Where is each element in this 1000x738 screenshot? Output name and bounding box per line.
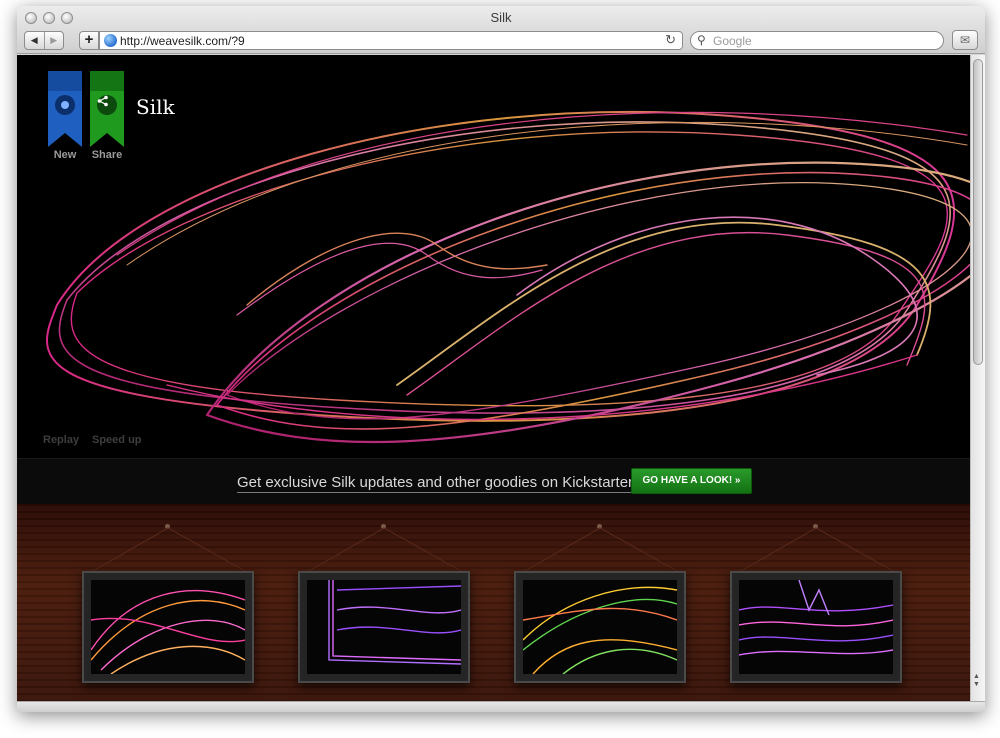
scroll-arrows-icon[interactable]: ▲ ▼ [973,673,980,689]
silk-canvas[interactable]: New Share Silk Replay Speed up [17,55,970,458]
gallery-frame[interactable] [730,571,902,683]
browser-window: Silk ◀ ▶ + http://weavesilk.com/?9 ↻ ⚲ G… [17,6,985,712]
share-label: Share [91,149,123,161]
gallery-artwork [523,580,677,674]
status-bar [17,701,985,712]
gallery-artwork [91,580,245,674]
share-button[interactable] [90,71,124,147]
page-content: New Share Silk Replay Speed up Get exclu… [17,55,970,701]
speed-up-link[interactable]: Speed up [92,434,142,446]
gallery-frame[interactable] [298,571,470,683]
mail-icon[interactable]: ✉ [952,30,978,50]
silk-strands [46,110,970,444]
window-title: Silk [490,10,512,25]
scrollbar-thumb[interactable] [973,59,983,365]
globe-icon [104,34,117,47]
frame-wire [524,527,678,572]
back-arrow-icon[interactable]: ◀ [25,32,44,49]
frame-wire [92,527,246,572]
share-icon [97,95,117,115]
gallery-frame[interactable] [514,571,686,683]
add-bookmark-button[interactable]: + [79,31,99,50]
navigation-buttons: ◀ ▶ [24,31,64,50]
gallery-artwork [739,580,893,674]
silk-logo: Silk [136,95,175,119]
title-bar: Silk ◀ ▶ + http://weavesilk.com/?9 ↻ ⚲ G… [17,6,985,54]
search-field[interactable]: ⚲ Google [690,31,944,50]
gallery-frame[interactable] [82,571,254,683]
forward-arrow-icon[interactable]: ▶ [43,32,64,49]
new-icon [55,95,75,115]
reload-icon[interactable]: ↻ [665,32,676,48]
address-bar[interactable]: http://weavesilk.com/?9 ↻ [99,31,683,50]
search-icon: ⚲ [697,33,706,47]
kickstarter-promo: Get exclusive Silk updates and other goo… [17,458,970,504]
gallery-artwork [307,580,461,674]
url-text[interactable]: http://weavesilk.com/?9 [120,34,245,48]
vertical-scrollbar[interactable]: ▲ ▼ [970,55,985,701]
go-have-a-look-button[interactable]: GO HAVE A LOOK! » [631,468,752,494]
kickstarter-link[interactable]: Get exclusive Silk updates and other goo… [237,474,638,493]
gallery-wall [17,504,970,701]
frame-wire [308,527,462,572]
frame-wire [740,527,894,572]
replay-link[interactable]: Replay [43,434,79,446]
new-button[interactable] [48,71,82,147]
search-placeholder: Google [713,34,752,48]
new-label: New [53,149,77,161]
